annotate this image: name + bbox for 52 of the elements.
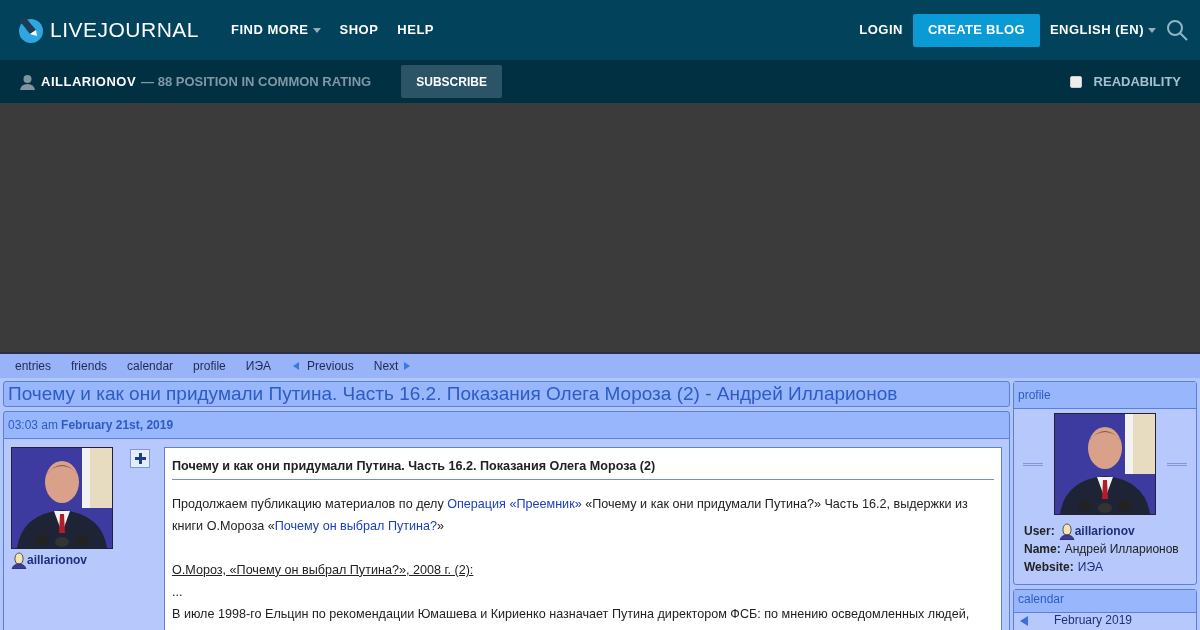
post-paragraph: Продолжаем публикацию материалов по делу Операция «Преемник» «Почему и как они придумали Путина?» Часть 16.2, выдержки из книги О.Мороза «Почему он выбрал Путина?»	[172, 495, 969, 535]
logo-text[interactable]: LIVEJOURNAL	[50, 14, 200, 46]
plus-icon	[134, 453, 146, 464]
journal-nav-link[interactable]: ИЭА	[245, 357, 272, 375]
post-paragraph: ...	[172, 583, 184, 601]
entry-time: 03:03 am	[8, 417, 59, 434]
left-arrow-icon[interactable]	[1020, 615, 1028, 626]
user-icon	[20, 73, 35, 90]
login-link[interactable]: LOGIN	[859, 20, 903, 40]
username-link[interactable]: AILLARIONOV	[41, 71, 137, 92]
journal-nav-link[interactable]: entries	[15, 357, 52, 375]
caret-icon	[1148, 27, 1156, 33]
username-link[interactable]: aillarionov	[1074, 522, 1135, 540]
user-icon	[1058, 522, 1075, 540]
post-link[interactable]: Почему он выбрал Путина?	[274, 518, 438, 533]
website-link[interactable]: ИЭА	[1077, 558, 1104, 576]
previous-link[interactable]: Previous	[293, 357, 354, 375]
add-button[interactable]	[130, 449, 150, 468]
calendar-header: calendar	[1014, 590, 1196, 613]
previous-label[interactable]: Previous	[307, 357, 354, 375]
language-selector[interactable]: ENGLISH (EN)	[1049, 20, 1156, 40]
nav-link[interactable]: FIND MORE	[231, 20, 321, 40]
next-label[interactable]: Next	[373, 357, 399, 375]
journal-nav-link[interactable]: profile	[193, 357, 226, 375]
subscribe-button[interactable]: SUBSCRIBE	[401, 65, 502, 98]
post-link[interactable]: Операция «Преемник»	[447, 496, 582, 511]
username-link[interactable]: aillarionov	[27, 551, 88, 569]
caret-icon	[312, 27, 321, 33]
post-heading: Почему и как они придумали Путина. Часть 16.2. Показания Олега Мороза (2)	[172, 457, 994, 480]
readability-checkbox[interactable]	[1069, 75, 1082, 88]
field-label: Name:	[1024, 541, 1061, 558]
profile-header: profile	[1014, 382, 1196, 409]
rating-text: — 88 POSITION IN COMMON RATING	[141, 72, 372, 91]
field-label: Website:	[1024, 559, 1074, 576]
entry-date: February 21st, 2019	[61, 417, 174, 434]
pen-logo-icon[interactable]	[16, 16, 44, 44]
post-paragraph: В июле 1998-го Ельцин по рекомендации Юмашева и Кириенко назначает Путина директором ФСБ: по мнению осведомленных людей,	[172, 605, 971, 623]
field-value: Андрей Илларионов	[1064, 541, 1179, 558]
post-paragraph: О.Мороз, «Почему он выбрал Путина?», 2008 г. (2):	[172, 561, 475, 579]
calendar-month: February 2019	[1054, 614, 1133, 627]
journal-nav-link[interactable]: friends	[71, 357, 108, 375]
user-icon	[11, 551, 27, 569]
nav-link[interactable]: SHOP	[339, 20, 379, 40]
entry-title: Почему и как они придумали Путина. Часть 16.2. Показания Олега Мороза (2) - Андрей Илларионов	[3, 381, 1010, 407]
field-label: User:	[1024, 523, 1055, 540]
right-arrow-icon	[404, 362, 411, 370]
next-link[interactable]: Next	[373, 357, 411, 375]
left-arrow-icon	[293, 362, 300, 370]
readability-label[interactable]: READABILITY	[1093, 71, 1181, 92]
journal-nav-link[interactable]: calendar	[127, 357, 174, 375]
search-icon[interactable]	[1166, 19, 1188, 41]
nav-link[interactable]: HELP	[397, 20, 434, 40]
